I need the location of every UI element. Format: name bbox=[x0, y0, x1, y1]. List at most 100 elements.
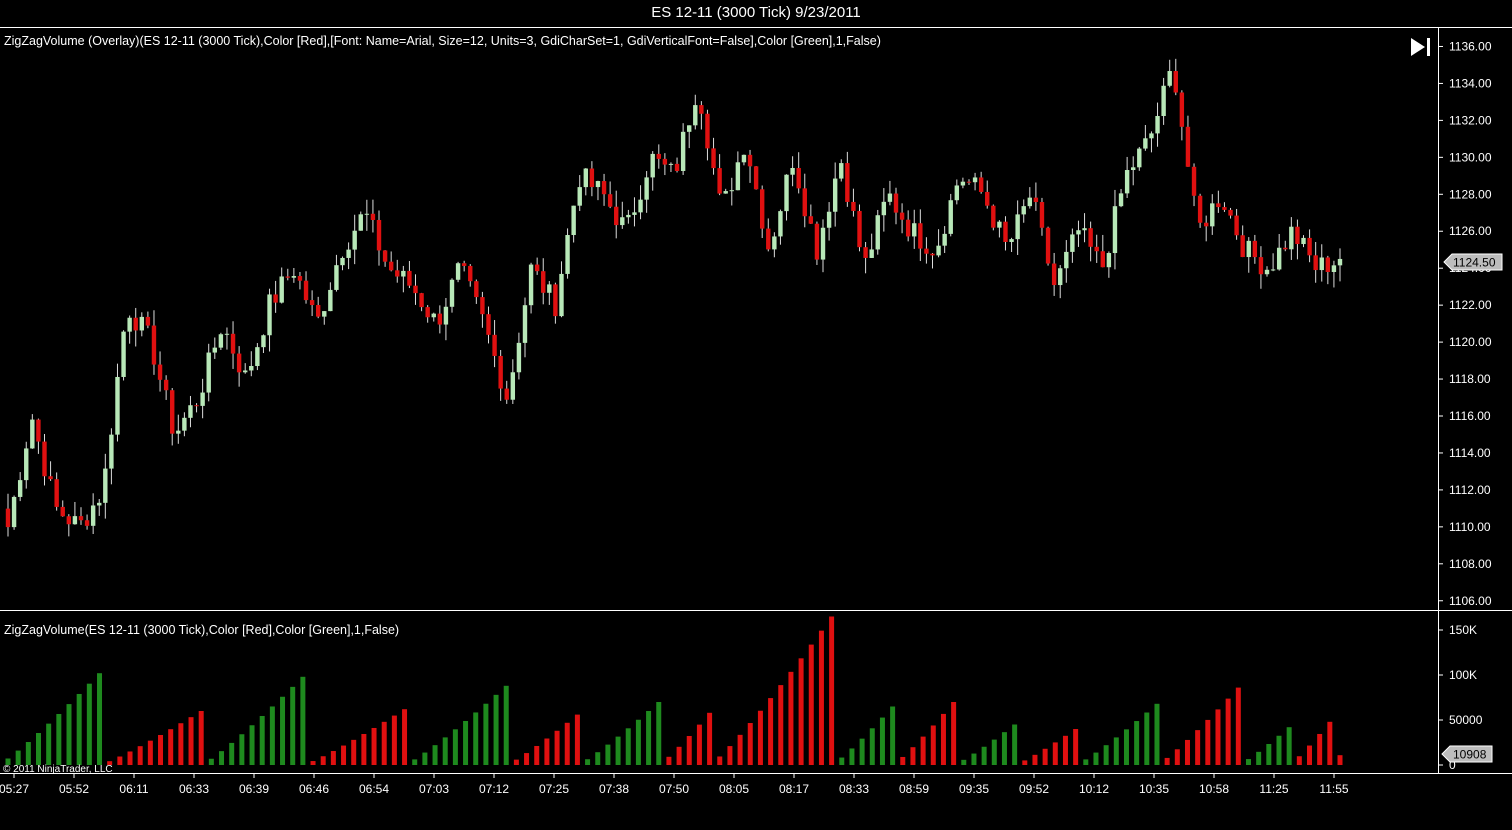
candle-body bbox=[954, 185, 960, 201]
candle-body bbox=[498, 355, 503, 389]
volume-bar bbox=[1276, 735, 1282, 765]
volume-bar bbox=[585, 759, 591, 765]
volume-bar bbox=[1032, 754, 1038, 765]
candle-body bbox=[1246, 240, 1251, 258]
candle-body bbox=[370, 213, 376, 220]
candle-body bbox=[729, 190, 734, 192]
volume-bar bbox=[66, 704, 72, 765]
volume-bar bbox=[686, 735, 692, 765]
price-tick-label: 1130.00 bbox=[1449, 150, 1492, 164]
candle-body bbox=[912, 223, 917, 237]
volume-bar bbox=[981, 746, 987, 765]
candle-body bbox=[182, 417, 187, 431]
volume-bar bbox=[168, 729, 174, 765]
volume-bar bbox=[127, 751, 133, 765]
candle-body bbox=[839, 163, 844, 179]
volume-bar bbox=[36, 732, 42, 765]
candle-body bbox=[1234, 215, 1239, 236]
candle-body bbox=[230, 333, 236, 354]
candle-body bbox=[1295, 226, 1300, 245]
candle-body bbox=[1149, 133, 1154, 139]
candle-body bbox=[693, 105, 698, 126]
volume-bar bbox=[1205, 719, 1211, 765]
candle-body bbox=[382, 250, 388, 262]
candle-body bbox=[315, 305, 321, 317]
candle-body bbox=[638, 199, 643, 213]
candle-body bbox=[255, 347, 260, 367]
candle-body bbox=[103, 468, 108, 503]
price-axis: 1106.00 1108.00 1110.00 1112.00 1114.00 1116.… bbox=[1438, 39, 1492, 608]
volume-bar bbox=[1327, 721, 1333, 765]
candle-body bbox=[78, 516, 84, 521]
candle-body bbox=[1131, 167, 1136, 171]
skip-to-end-icon[interactable] bbox=[1411, 38, 1430, 56]
volume-bar bbox=[402, 709, 408, 765]
price-tick-label: 1110.00 bbox=[1449, 520, 1491, 534]
candle-body bbox=[991, 205, 996, 228]
time-tick-label: 06:33 bbox=[179, 782, 209, 796]
candle-body bbox=[650, 153, 655, 178]
candle-body bbox=[504, 388, 509, 400]
volume-bar bbox=[503, 685, 509, 765]
candle-body bbox=[157, 364, 163, 380]
candle-body bbox=[1009, 239, 1014, 242]
price-tick-label: 1120.00 bbox=[1449, 335, 1492, 349]
volume-bar bbox=[788, 671, 794, 765]
candle-body bbox=[972, 177, 978, 183]
volume-bar bbox=[1286, 727, 1292, 765]
volume-bar bbox=[524, 753, 530, 765]
volume-bar bbox=[839, 757, 845, 765]
volume-bar bbox=[1052, 742, 1058, 765]
candle-body bbox=[978, 177, 984, 192]
candle-body bbox=[1270, 269, 1276, 271]
volume-bar bbox=[768, 698, 774, 765]
volume-bar bbox=[635, 719, 641, 765]
last-volume-marker: 10908 bbox=[1441, 745, 1493, 763]
candle-body bbox=[388, 261, 394, 271]
candle-body bbox=[997, 221, 1002, 228]
volume-bar bbox=[1317, 733, 1323, 765]
volume-bar bbox=[310, 761, 316, 765]
volume-bar bbox=[829, 616, 835, 765]
candle-body bbox=[735, 162, 741, 191]
candle-body bbox=[17, 480, 23, 497]
volume-bar bbox=[178, 723, 184, 765]
candle-body bbox=[176, 430, 181, 434]
candle-body bbox=[133, 317, 138, 331]
candle-body bbox=[881, 201, 887, 216]
candle-body bbox=[72, 516, 78, 525]
candle-body bbox=[662, 158, 668, 165]
volume-bar bbox=[493, 694, 499, 765]
candle-body bbox=[960, 181, 966, 186]
candle-body bbox=[48, 476, 53, 480]
volume-bar bbox=[1266, 743, 1272, 765]
candle-body bbox=[601, 181, 607, 195]
candle-body bbox=[632, 212, 637, 215]
time-tick-label: 10:35 bbox=[1139, 782, 1169, 796]
candle-body bbox=[522, 305, 528, 343]
candle-body bbox=[1003, 221, 1008, 242]
volume-bar bbox=[86, 683, 92, 765]
chart-area[interactable]: 1106.00 1108.00 1110.00 1112.00 1114.00 1116.… bbox=[0, 0, 1512, 830]
volume-bar bbox=[1012, 724, 1018, 765]
candle-body bbox=[474, 281, 479, 298]
candle-body bbox=[899, 212, 905, 220]
volume-bar bbox=[137, 746, 143, 765]
time-tick-label: 07:38 bbox=[599, 782, 629, 796]
time-tick-label: 10:12 bbox=[1079, 782, 1109, 796]
panel-frames bbox=[0, 27, 1512, 774]
volume-bar bbox=[198, 711, 204, 765]
candle-body bbox=[905, 219, 911, 237]
volume-bar bbox=[676, 746, 682, 765]
volume-bar bbox=[717, 756, 723, 765]
candle-body bbox=[966, 181, 972, 183]
candle-body bbox=[869, 249, 874, 258]
volume-bar bbox=[412, 759, 418, 765]
candle-body bbox=[1307, 237, 1312, 256]
time-tick-label: 07:12 bbox=[479, 782, 509, 796]
volume-bar bbox=[879, 717, 885, 765]
candle-body bbox=[863, 247, 868, 258]
candle-body bbox=[212, 347, 217, 353]
candle-body bbox=[309, 300, 315, 306]
volume-bar bbox=[1245, 759, 1251, 765]
